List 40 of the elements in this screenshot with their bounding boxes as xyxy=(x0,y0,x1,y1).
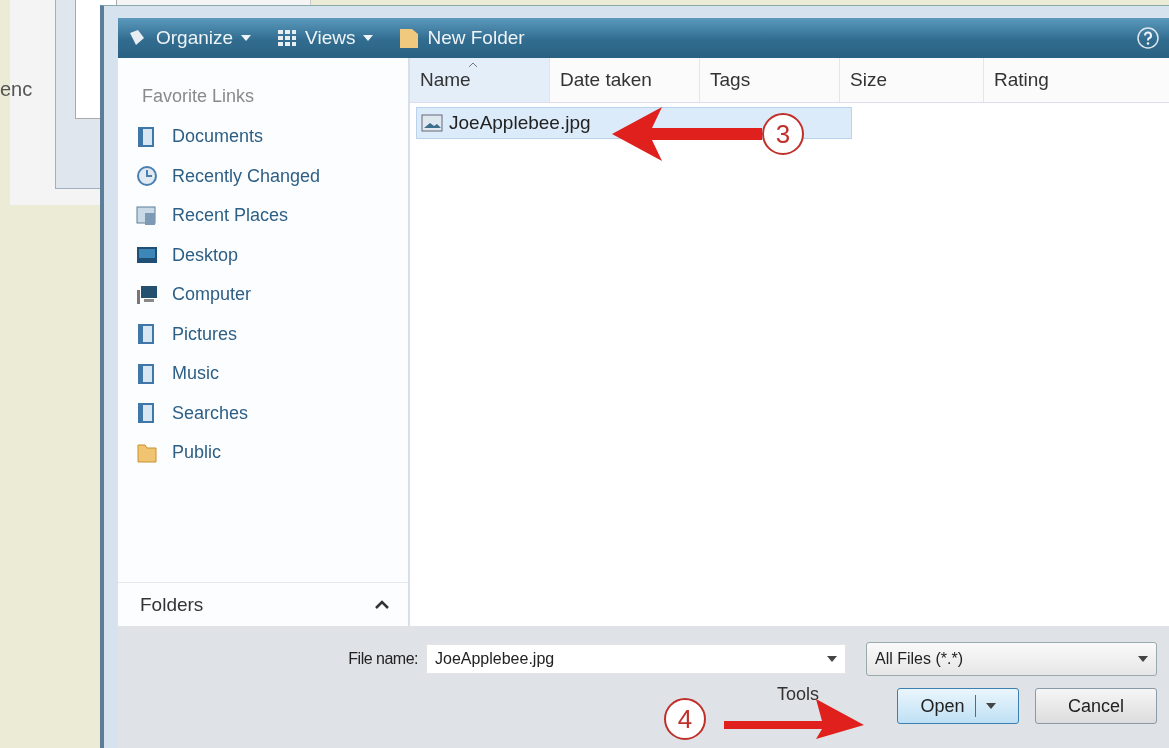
caret-icon xyxy=(241,35,252,41)
column-header[interactable]: Tags xyxy=(700,58,840,102)
sidebar-item[interactable]: Pictures xyxy=(118,314,408,354)
toolbar-button[interactable]: Organize xyxy=(128,27,252,49)
folder-icon xyxy=(136,441,158,464)
toolbar-button[interactable]: Views xyxy=(277,27,374,49)
help-icon[interactable] xyxy=(1137,27,1159,49)
sidebar-item[interactable]: Public xyxy=(118,433,408,473)
image-file-icon xyxy=(421,114,443,132)
toolbar-button[interactable]: New Folder xyxy=(399,27,525,49)
sidebar-item[interactable]: Desktop xyxy=(118,235,408,275)
dropdown-caret-icon xyxy=(1138,656,1148,662)
sidebar-item[interactable]: Recent Places xyxy=(118,196,408,236)
caret-icon xyxy=(363,35,374,41)
folder-icon xyxy=(399,27,420,49)
caret-icon xyxy=(985,703,996,709)
column-header[interactable]: Name xyxy=(410,58,550,102)
sidebar-item[interactable]: Computer xyxy=(118,275,408,315)
sidebar-item[interactable]: Documents xyxy=(118,117,408,157)
sidebar-item[interactable]: Music xyxy=(118,354,408,394)
chevron-icon xyxy=(374,599,390,610)
file-name-label: File name: xyxy=(347,650,419,668)
places-icon xyxy=(136,204,158,227)
cancel-button[interactable]: Cancel xyxy=(1035,688,1157,724)
column-header[interactable]: Date taken xyxy=(550,58,700,102)
file-type-dropdown[interactable]: All Files (*.*) xyxy=(866,642,1157,676)
partial-text: enc xyxy=(0,78,33,101)
sort-icon xyxy=(468,62,478,68)
column-header[interactable]: Rating xyxy=(984,58,1169,102)
computer-icon xyxy=(136,283,158,306)
open-button[interactable]: Open xyxy=(897,688,1019,724)
tools-menu[interactable]: Tools xyxy=(776,684,819,705)
sidebar-item[interactable]: Searches xyxy=(118,393,408,433)
dropdown-caret-icon xyxy=(827,656,837,662)
clock-icon xyxy=(136,165,158,188)
sidebar-heading: Favorite Links xyxy=(141,85,256,108)
sidebar-item[interactable]: Recently Changed xyxy=(118,156,408,196)
grid-icon xyxy=(277,29,298,47)
column-header[interactable]: Size xyxy=(840,58,984,102)
file-name-field[interactable]: JoeApplebee.jpg xyxy=(426,644,846,674)
